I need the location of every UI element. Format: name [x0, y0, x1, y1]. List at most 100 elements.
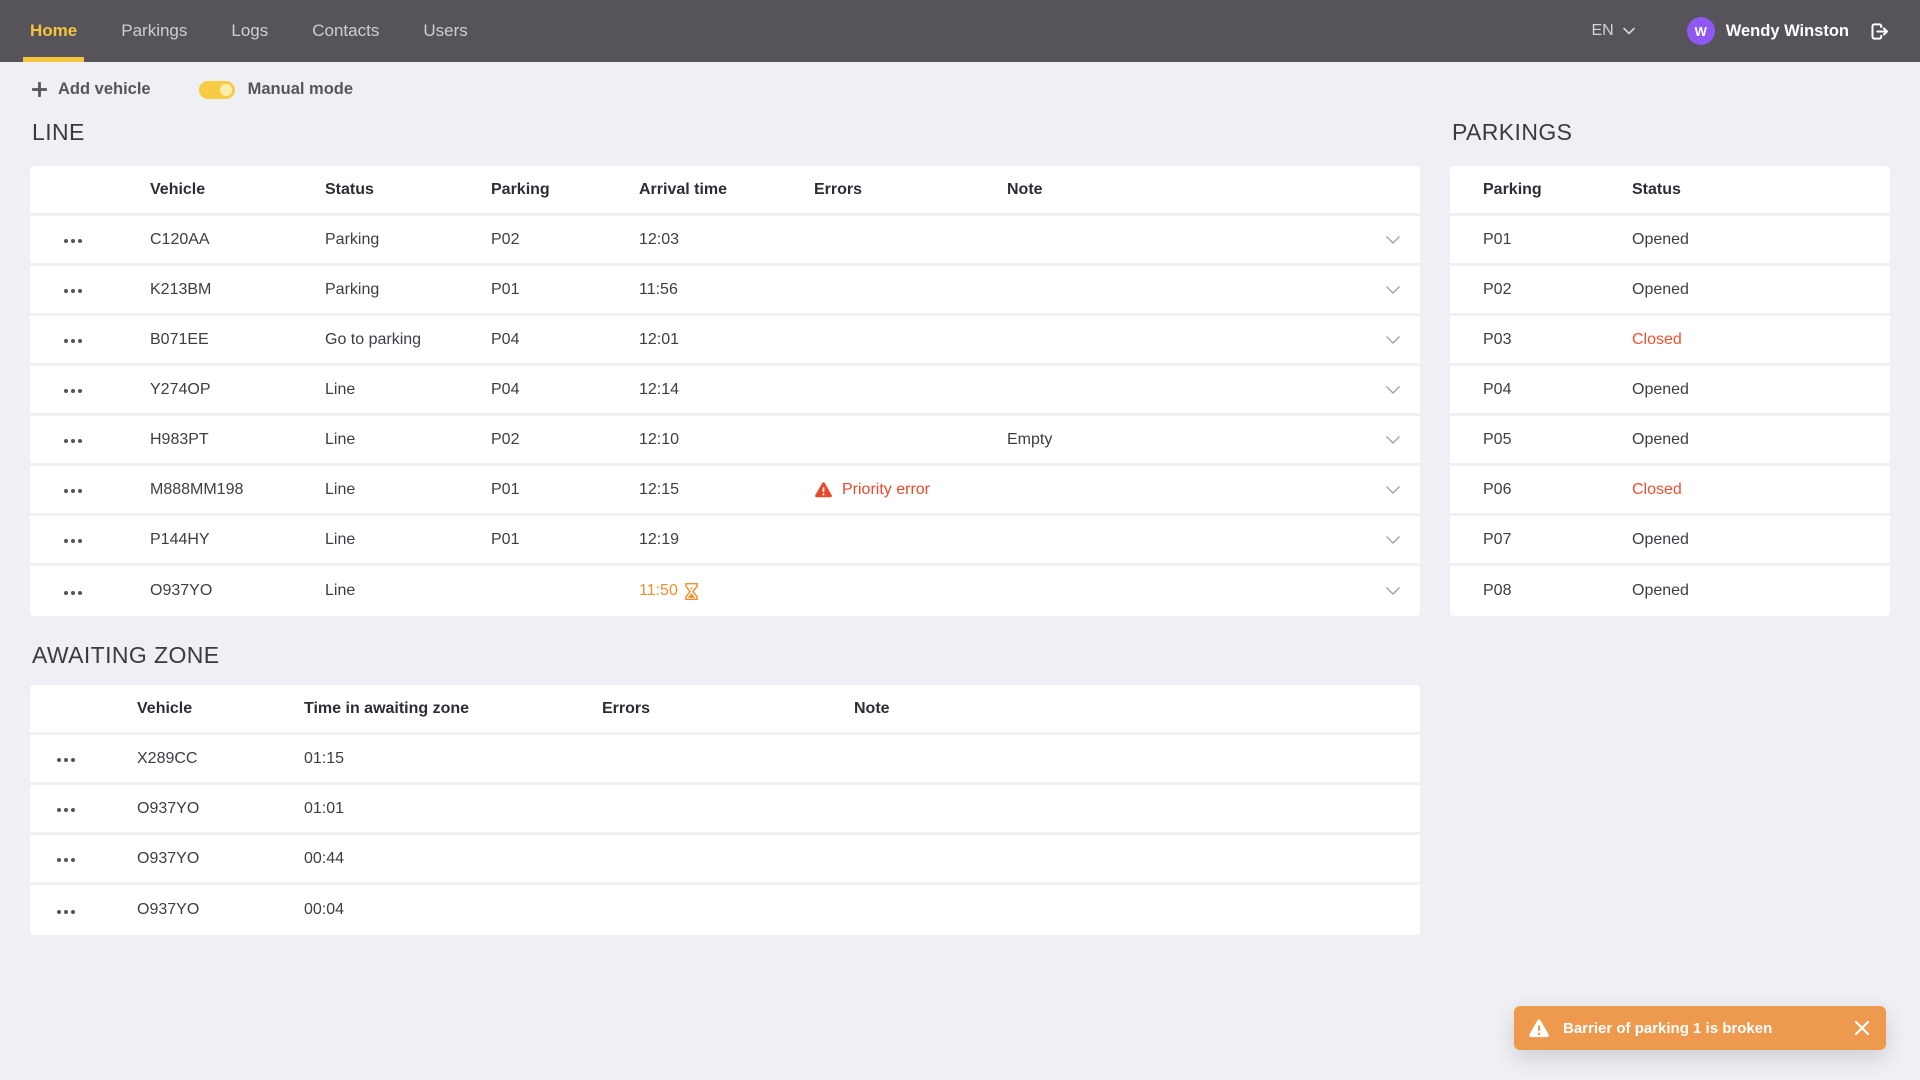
row-menu-button[interactable] — [60, 333, 86, 349]
awaiting-table: Vehicle Time in awaiting zone Errors Not… — [30, 685, 1420, 935]
parking-id-cell: P08 — [1450, 582, 1632, 600]
user-menu[interactable]: W Wendy Winston — [1687, 17, 1869, 45]
row-expand-button[interactable] — [1366, 485, 1420, 495]
row-menu-button[interactable] — [53, 904, 79, 920]
vehicle-cell: O937YO — [150, 582, 325, 600]
table-row: P02 Opened — [1450, 266, 1890, 316]
row-menu-button[interactable] — [60, 283, 86, 299]
language-dropdown[interactable]: EN — [1591, 22, 1634, 40]
chevron-down-icon — [1385, 485, 1401, 495]
col-vehicle: Vehicle — [137, 700, 304, 718]
row-menu-button[interactable] — [60, 383, 86, 399]
avatar: W — [1687, 17, 1715, 45]
nav-tab-users[interactable]: Users — [423, 0, 467, 62]
chevron-down-icon — [1385, 235, 1401, 245]
status-cell: Parking — [325, 281, 491, 299]
main-nav: Home Parkings Logs Contacts Users — [30, 0, 512, 62]
hourglass-icon — [685, 583, 698, 600]
arrival-cell-overdue: 11:50 — [639, 582, 814, 600]
row-expand-button[interactable] — [1366, 385, 1420, 395]
left-column: LINE Vehicle Status Parking Arrival time… — [30, 111, 1420, 935]
nav-tab-contacts[interactable]: Contacts — [312, 0, 379, 62]
chevron-down-icon — [1623, 27, 1635, 35]
row-expand-button[interactable] — [1366, 435, 1420, 445]
parking-id-cell: P07 — [1450, 531, 1632, 549]
top-navbar: Home Parkings Logs Contacts Users EN W W… — [0, 0, 1920, 62]
line-section-title: LINE — [32, 119, 1420, 146]
vehicle-cell: X289CC — [137, 750, 304, 768]
parking-status-cell: Closed — [1632, 331, 1890, 349]
errors-cell: Priority error — [814, 481, 1007, 499]
table-row: P04 Opened — [1450, 366, 1890, 416]
nav-tab-home[interactable]: Home — [30, 0, 77, 62]
close-icon[interactable] — [1854, 1020, 1870, 1036]
row-expand-button[interactable] — [1366, 586, 1420, 596]
chevron-down-icon — [1385, 586, 1401, 596]
parking-status-cell: Opened — [1632, 531, 1890, 549]
row-menu-button[interactable] — [60, 483, 86, 499]
add-vehicle-label: Add vehicle — [58, 80, 151, 99]
col-errors: Errors — [814, 181, 1007, 199]
parking-id-cell: P02 — [1450, 281, 1632, 299]
manual-mode-label: Manual mode — [248, 80, 353, 99]
parking-cell: P01 — [491, 481, 639, 499]
vehicle-cell: M888MM198 — [150, 481, 325, 499]
warning-triangle-icon — [1528, 1018, 1550, 1038]
col-parking: Parking — [1450, 181, 1632, 199]
table-row: O937YO 00:04 — [30, 885, 1420, 935]
vehicle-cell: O937YO — [137, 850, 304, 868]
col-note: Note — [1007, 181, 1366, 199]
parking-id-cell: P04 — [1450, 381, 1632, 399]
vehicle-cell: O937YO — [137, 901, 304, 919]
row-menu-button[interactable] — [60, 533, 86, 549]
table-row: X289CC 01:15 — [30, 735, 1420, 785]
table-row: C120AA Parking P02 12:03 — [30, 216, 1420, 266]
parking-status-cell: Opened — [1632, 431, 1890, 449]
manual-mode-control: Manual mode — [199, 80, 353, 99]
col-vehicle: Vehicle — [150, 181, 325, 199]
parking-cell: P01 — [491, 531, 639, 549]
vehicle-cell: B071EE — [150, 331, 325, 349]
row-menu-button[interactable] — [53, 852, 79, 868]
row-menu-button[interactable] — [60, 233, 86, 249]
chevron-down-icon — [1385, 335, 1401, 345]
add-vehicle-button[interactable]: Add vehicle — [32, 80, 151, 99]
time-cell: 01:15 — [304, 750, 602, 768]
manual-mode-toggle[interactable] — [199, 81, 235, 99]
row-menu-button[interactable] — [60, 585, 86, 601]
table-row: K213BM Parking P01 11:56 — [30, 266, 1420, 316]
parking-status-cell: Opened — [1632, 281, 1890, 299]
col-note: Note — [854, 700, 1420, 718]
table-row: H983PT Line P02 12:10 Empty — [30, 416, 1420, 466]
arrival-cell: 12:10 — [639, 431, 814, 449]
nav-tab-parkings[interactable]: Parkings — [121, 0, 187, 62]
row-menu-button[interactable] — [53, 802, 79, 818]
row-menu-button[interactable] — [53, 752, 79, 768]
parking-status-cell: Opened — [1632, 231, 1890, 249]
table-row: P08 Opened — [1450, 566, 1890, 616]
row-menu-button[interactable] — [60, 433, 86, 449]
logout-icon — [1869, 21, 1890, 42]
table-row: O937YO Line 11:50 — [30, 566, 1420, 616]
note-cell: Empty — [1007, 431, 1366, 449]
row-expand-button[interactable] — [1366, 335, 1420, 345]
row-expand-button[interactable] — [1366, 235, 1420, 245]
toast-notification: Barrier of parking 1 is broken — [1514, 1006, 1886, 1050]
arrival-cell: 12:19 — [639, 531, 814, 549]
line-table: Vehicle Status Parking Arrival time Erro… — [30, 166, 1420, 616]
vehicle-cell: C120AA — [150, 231, 325, 249]
parkings-table: Parking Status P01 Opened P02 Opened P03… — [1450, 166, 1890, 616]
arrival-cell: 12:01 — [639, 331, 814, 349]
language-label: EN — [1591, 22, 1613, 40]
row-expand-button[interactable] — [1366, 285, 1420, 295]
logout-button[interactable] — [1869, 21, 1890, 42]
vehicle-cell: P144HY — [150, 531, 325, 549]
status-cell: Line — [325, 531, 491, 549]
parking-status-cell: Opened — [1632, 381, 1890, 399]
parking-status-cell: Opened — [1632, 582, 1890, 600]
status-cell: Line — [325, 582, 491, 600]
nav-tab-logs[interactable]: Logs — [231, 0, 268, 62]
row-expand-button[interactable] — [1366, 535, 1420, 545]
parking-id-cell: P03 — [1450, 331, 1632, 349]
arrival-cell: 12:03 — [639, 231, 814, 249]
